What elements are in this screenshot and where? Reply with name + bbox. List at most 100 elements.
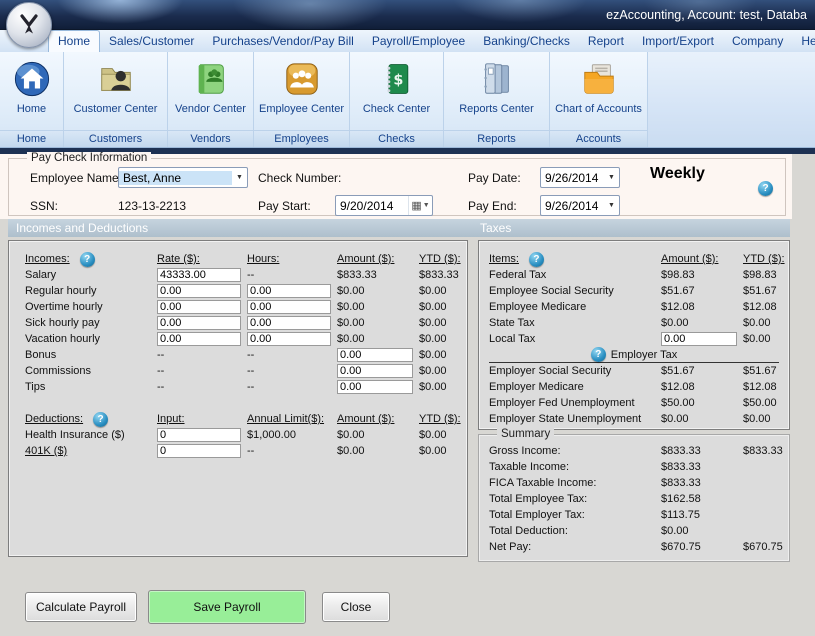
- salary-amount: $833.33: [337, 269, 419, 281]
- summary-table: Gross Income:$833.33$833.33Taxable Incom…: [489, 443, 789, 555]
- toolbar-ribbon: HomeHomeCustomer CenterCustomersVendor C…: [0, 52, 815, 148]
- summary-panel: Summary Gross Income:$833.33$833.33Taxab…: [478, 434, 790, 562]
- gross-income-amount: $833.33: [661, 445, 743, 457]
- net-pay-label: Net Pay:: [489, 541, 661, 553]
- sick-hourly-pay-label: Sick hourly pay: [25, 317, 157, 329]
- toolbar-button-home[interactable]: HomeHome: [0, 52, 64, 147]
- tab-report[interactable]: Report: [579, 31, 633, 52]
- commissions-label: Commissions: [25, 365, 157, 377]
- employer-state-unemployment-ytd: $0.00: [743, 413, 791, 425]
- toolbar-label: Vendor Center: [175, 103, 246, 115]
- paycheck-legend: Pay Check Information: [27, 152, 151, 164]
- incomes-column-header: Hours:: [247, 253, 337, 265]
- overtime-hourly-hours-input[interactable]: [247, 300, 331, 314]
- total-employee-tax-label: Total Employee Tax:: [489, 493, 661, 505]
- overtime-hourly-ytd: $0.00: [419, 301, 475, 313]
- toolbar-label: Check Center: [363, 103, 430, 115]
- tab-home[interactable]: Home: [48, 30, 100, 52]
- incomes-deductions-panel: Incomes:?Rate ($):Hours:Amount ($):YTD (…: [8, 240, 468, 557]
- salary-rate-input[interactable]: [157, 268, 241, 282]
- bonus-label: Bonus: [25, 349, 157, 361]
- pay-end-dropdown[interactable]: 9/26/2014 ▼: [540, 195, 620, 216]
- vacation-hourly-rate-input[interactable]: [157, 332, 241, 346]
- title-bar: ezAccounting, Account: test, Databa: [0, 0, 815, 30]
- pay-start-label: Pay Start:: [258, 199, 311, 213]
- tips-hours: --: [247, 381, 337, 393]
- toolbar-button-chart-of-accounts[interactable]: Chart of AccountsAccounts: [550, 52, 648, 147]
- commissions-rate: --: [157, 365, 247, 377]
- vacation-hourly-ytd: $0.00: [419, 333, 475, 345]
- tab-help[interactable]: Help: [792, 31, 815, 52]
- bonus-rate: --: [157, 349, 247, 361]
- local-tax-amount-input[interactable]: [661, 332, 737, 346]
- bonus-hours: --: [247, 349, 337, 361]
- local-tax-ytd: $0.00: [743, 333, 791, 345]
- 401k-input-input[interactable]: [157, 444, 241, 458]
- federal-tax-amount: $98.83: [661, 269, 743, 281]
- employee-medicare-ytd: $12.08: [743, 301, 791, 313]
- pay-date-dropdown[interactable]: 9/26/2014 ▼: [540, 167, 620, 188]
- toolbar-button-employee-center[interactable]: Employee CenterEmployees: [254, 52, 350, 147]
- tab-payroll-employee[interactable]: Payroll/Employee: [363, 31, 474, 52]
- toolbar-button-reports-center[interactable]: Reports CenterReports: [444, 52, 550, 147]
- total-deduction-amount: $0.00: [661, 525, 743, 537]
- tab-banking-checks[interactable]: Banking/Checks: [474, 31, 579, 52]
- overtime-hourly-label: Overtime hourly: [25, 301, 157, 313]
- tab-sales-customer[interactable]: Sales/Customer: [100, 31, 203, 52]
- close-button[interactable]: Close: [322, 592, 390, 622]
- employee-name-dropdown[interactable]: Best, Anne ▼: [118, 167, 248, 188]
- svg-text:$: $: [393, 72, 403, 88]
- sick-hourly-pay-hours-input[interactable]: [247, 316, 331, 330]
- regular-hourly-rate-input[interactable]: [157, 284, 241, 298]
- tab-import-export[interactable]: Import/Export: [633, 31, 723, 52]
- toolbar-label: Home: [17, 103, 46, 115]
- taxable-income-label: Taxable Income:: [489, 461, 661, 473]
- state-tax-amount: $0.00: [661, 317, 743, 329]
- employer-fed-unemployment-amount: $50.00: [661, 397, 743, 409]
- pay-date-label: Pay Date:: [468, 171, 521, 185]
- help-icon[interactable]: ?: [591, 347, 606, 362]
- sick-hourly-pay-ytd: $0.00: [419, 317, 475, 329]
- pay-frequency: Weekly: [650, 165, 705, 183]
- sick-hourly-pay-rate-input[interactable]: [157, 316, 241, 330]
- 401k-label: 401K ($): [25, 445, 157, 457]
- toolbar-group-label: Customers: [64, 130, 167, 147]
- commissions-amount-input[interactable]: [337, 364, 413, 378]
- vacation-hourly-amount: $0.00: [337, 333, 419, 345]
- overtime-hourly-rate-input[interactable]: [157, 300, 241, 314]
- tips-amount-input[interactable]: [337, 380, 413, 394]
- calculate-payroll-button[interactable]: Calculate Payroll: [25, 592, 137, 622]
- help-icon[interactable]: ?: [529, 252, 544, 267]
- deductions-column-header: Amount ($):: [337, 413, 419, 425]
- federal-tax-ytd: $98.83: [743, 269, 791, 281]
- check-center-icon: $: [379, 57, 415, 101]
- help-icon[interactable]: ?: [80, 252, 95, 267]
- pay-start-datepicker[interactable]: 9/20/2014 ▦▼: [335, 195, 433, 216]
- help-icon[interactable]: ?: [758, 181, 773, 196]
- health-insurance-input-input[interactable]: [157, 428, 241, 442]
- help-icon[interactable]: ?: [93, 412, 108, 427]
- regular-hourly-hours-input[interactable]: [247, 284, 331, 298]
- vacation-hourly-hours-input[interactable]: [247, 332, 331, 346]
- toolbar-label: Reports Center: [459, 103, 534, 115]
- taxes-panel: Items:?Amount ($):YTD ($):Federal Tax$98…: [478, 240, 790, 430]
- taxes-section-title: Taxes: [480, 221, 511, 235]
- health-insurance-limit: $1,000.00: [247, 429, 337, 441]
- taxes-column-header: Amount ($):: [661, 253, 743, 265]
- section-header-bar: Incomes and Deductions Taxes: [8, 219, 790, 237]
- salary-ytd: $833.33: [419, 269, 475, 281]
- save-payroll-button[interactable]: Save Payroll: [148, 590, 306, 624]
- taxes-column-header: Items:: [489, 253, 519, 265]
- toolbar-button-customer-center[interactable]: Customer CenterCustomers: [64, 52, 168, 147]
- tab-company[interactable]: Company: [723, 31, 792, 52]
- tab-purchases-vendor-pay-bill[interactable]: Purchases/Vendor/Pay Bill: [203, 31, 362, 52]
- incomes-column-header: Incomes:: [25, 253, 70, 265]
- app-logo-button[interactable]: [6, 2, 52, 48]
- toolbar-group-label: Vendors: [168, 130, 253, 147]
- ez-logo-icon: [14, 10, 44, 40]
- employer-state-unemployment-label: Employer State Unemployment: [489, 413, 661, 425]
- toolbar-button-check-center[interactable]: $Check CenterChecks: [350, 52, 444, 147]
- bonus-amount-input[interactable]: [337, 348, 413, 362]
- regular-hourly-ytd: $0.00: [419, 285, 475, 297]
- toolbar-button-vendor-center[interactable]: Vendor Center Vendors: [168, 52, 254, 147]
